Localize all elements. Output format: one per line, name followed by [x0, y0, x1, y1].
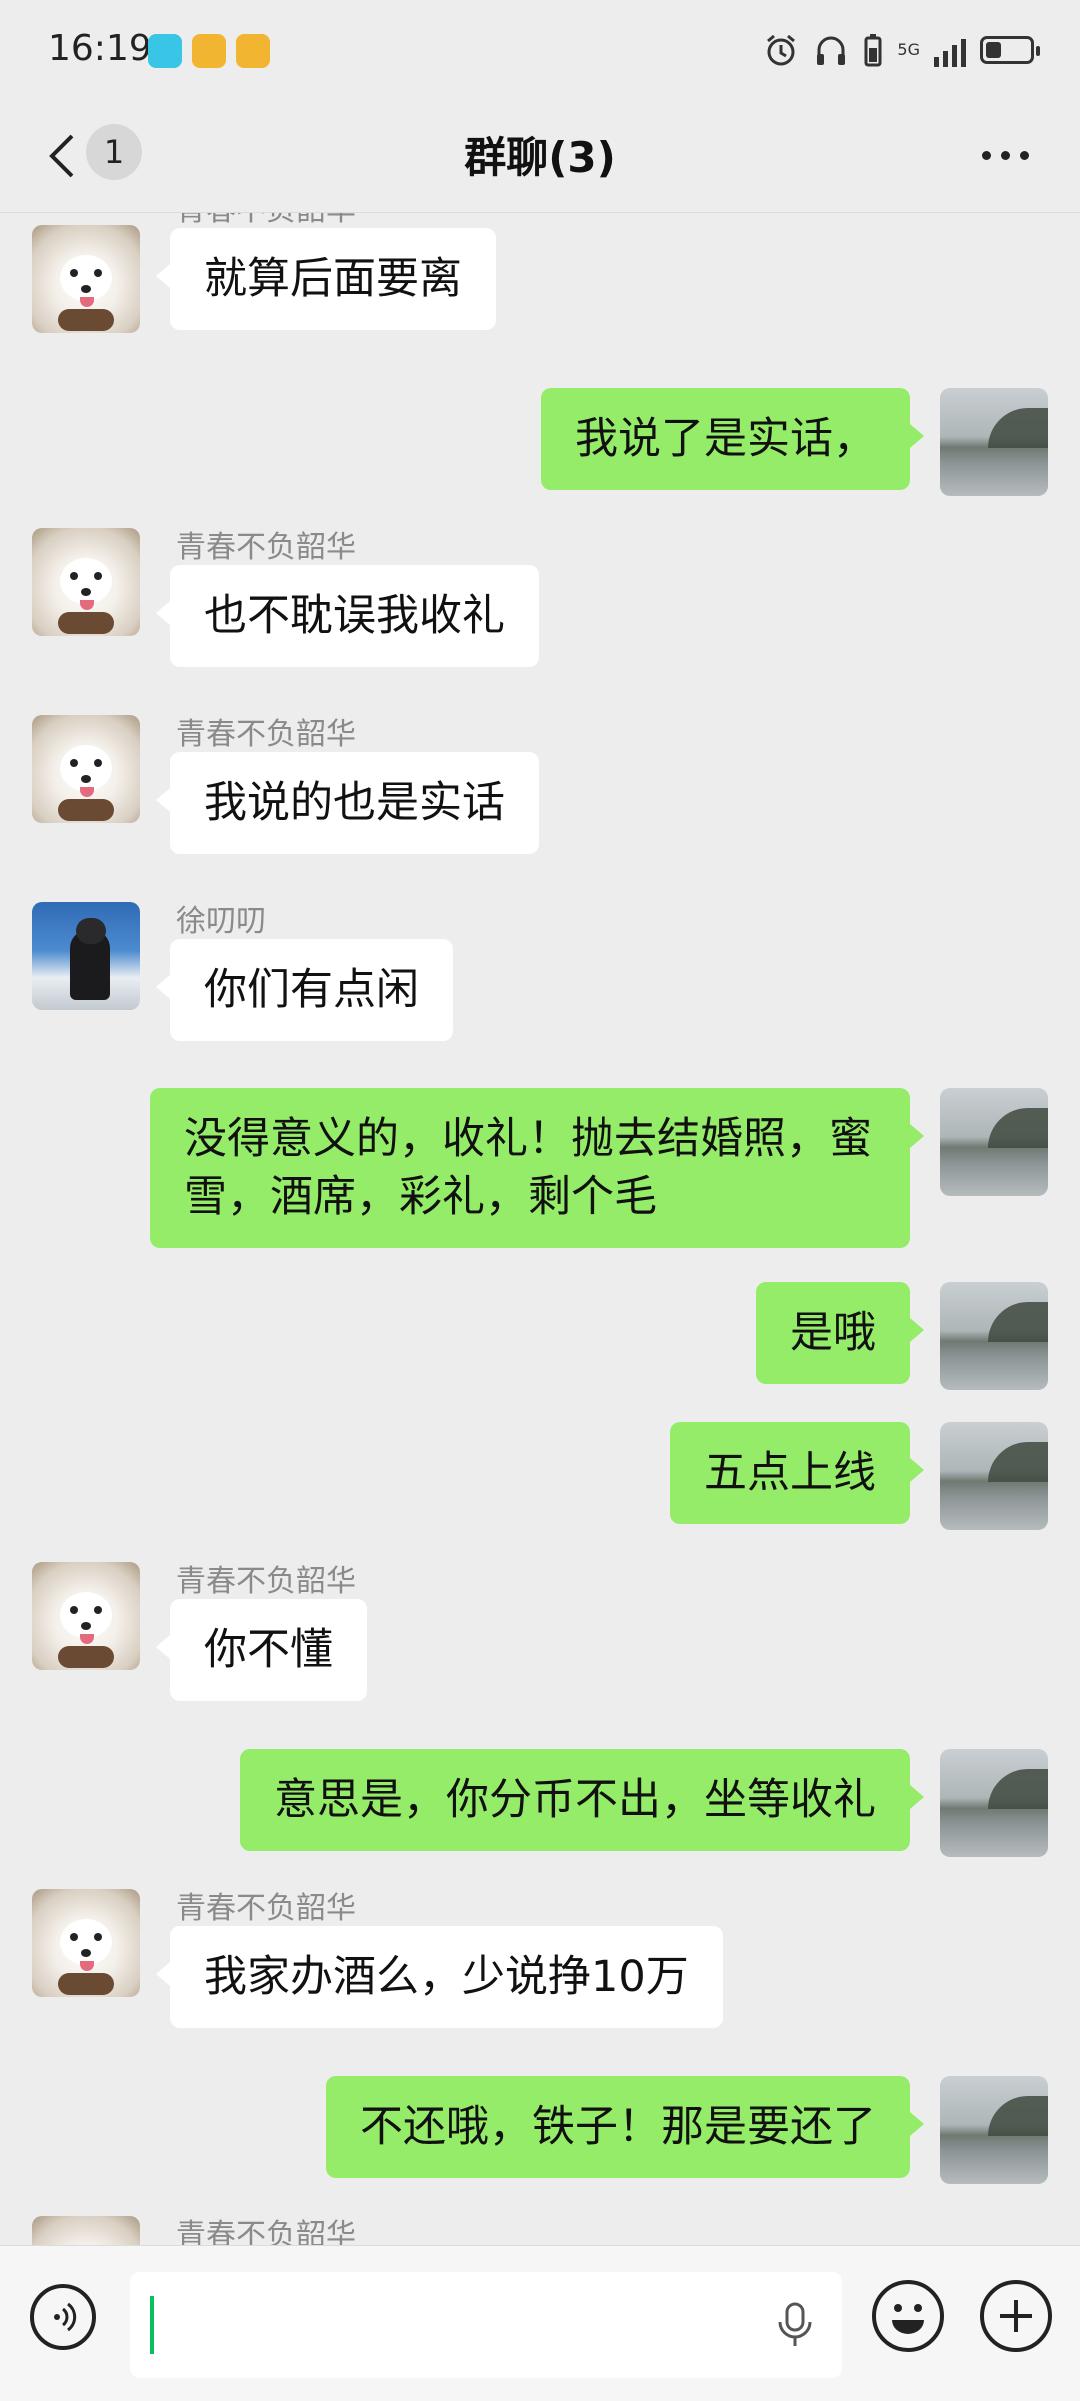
- message-bubble[interactable]: 不还哦，铁子！那是要还了: [326, 2076, 924, 2178]
- notes-app-icon: [192, 34, 226, 68]
- avatar[interactable]: [32, 2216, 140, 2245]
- message-bubble[interactable]: 我家办酒么，少说挣10万: [156, 1926, 723, 2028]
- plus-button[interactable]: [980, 2280, 1052, 2352]
- microphone-button[interactable]: [770, 2300, 820, 2350]
- message-input[interactable]: [130, 2272, 842, 2378]
- avatar[interactable]: [940, 388, 1048, 496]
- message-bubble[interactable]: 没得意义的，收礼！抛去结婚照，蜜雪，酒席，彩礼，剩个毛: [150, 1088, 924, 1248]
- message-bubble[interactable]: 我说了是实话，: [541, 388, 924, 490]
- notes-app-icon: [236, 34, 270, 68]
- sender-name: 青春不负韶华: [176, 1891, 356, 1926]
- message-bubble[interactable]: 就算后面要离: [156, 228, 496, 330]
- status-time: 16:19: [48, 28, 152, 69]
- microphone-icon: [778, 2302, 812, 2346]
- dot-icon: [981, 150, 991, 160]
- avatar[interactable]: [940, 1422, 1048, 1530]
- message-bubble[interactable]: 你不懂: [156, 1599, 367, 1701]
- status-right-icons: 5G: [763, 30, 1040, 70]
- status-bar: 16:19 5G: [0, 0, 1080, 100]
- message-bubble[interactable]: 我说的也是实话: [156, 752, 539, 854]
- dot-icon: [1019, 150, 1029, 160]
- voice-toggle-icon: [54, 2302, 77, 2332]
- alarm-icon: [763, 30, 799, 70]
- avatar[interactable]: [940, 1749, 1048, 1857]
- emoji-button[interactable]: [872, 2280, 944, 2352]
- chat-messages[interactable]: 青春不负韶华 就算后面要离 我说了是实话， 青春不负韶华 也不耽误我收礼 青春不…: [0, 213, 1080, 2245]
- avatar[interactable]: [32, 902, 140, 1010]
- avatar[interactable]: [940, 2076, 1048, 2184]
- input-bar: [0, 2245, 1080, 2401]
- network-indicator: 5G: [897, 40, 920, 59]
- avatar[interactable]: [32, 528, 140, 636]
- message-bubble[interactable]: 也不耽误我收礼: [156, 565, 539, 667]
- sender-name: 青春不负韶华: [176, 1564, 356, 1599]
- avatar[interactable]: [940, 1282, 1048, 1390]
- sender-name: 青春不负韶华: [176, 717, 356, 752]
- avatar[interactable]: [32, 1562, 140, 1670]
- message-bubble[interactable]: 你们有点闲: [156, 939, 453, 1041]
- sender-name: 青春不负韶华: [176, 2218, 356, 2245]
- more-options-button[interactable]: [970, 130, 1040, 180]
- battery-icon: [980, 36, 1040, 64]
- chat-title: 群聊(3): [464, 133, 616, 182]
- sender-name: 青春不负韶华: [176, 213, 356, 229]
- sender-name: 青春不负韶华: [176, 530, 356, 565]
- headphones-icon: [813, 30, 849, 70]
- sender-name: 徐叨叨: [176, 904, 266, 939]
- avatar[interactable]: [32, 715, 140, 823]
- text-cursor: [150, 2296, 154, 2354]
- voice-toggle-button[interactable]: [30, 2284, 96, 2350]
- reader-app-icon: [148, 34, 182, 68]
- battery-saver-icon: [863, 30, 883, 70]
- avatar[interactable]: [32, 1889, 140, 1997]
- signal-icon: [934, 33, 966, 67]
- avatar[interactable]: [940, 1088, 1048, 1196]
- emoji-icon: [892, 2304, 924, 2334]
- chat-header: 1 群聊(3): [0, 100, 1080, 213]
- status-app-icons: [148, 34, 270, 68]
- dot-icon: [1000, 150, 1010, 160]
- message-bubble[interactable]: 是哦: [756, 1282, 924, 1384]
- message-bubble[interactable]: 意思是，你分币不出，坐等收礼: [240, 1749, 924, 1851]
- message-bubble[interactable]: 五点上线: [670, 1422, 924, 1524]
- avatar[interactable]: [32, 225, 140, 333]
